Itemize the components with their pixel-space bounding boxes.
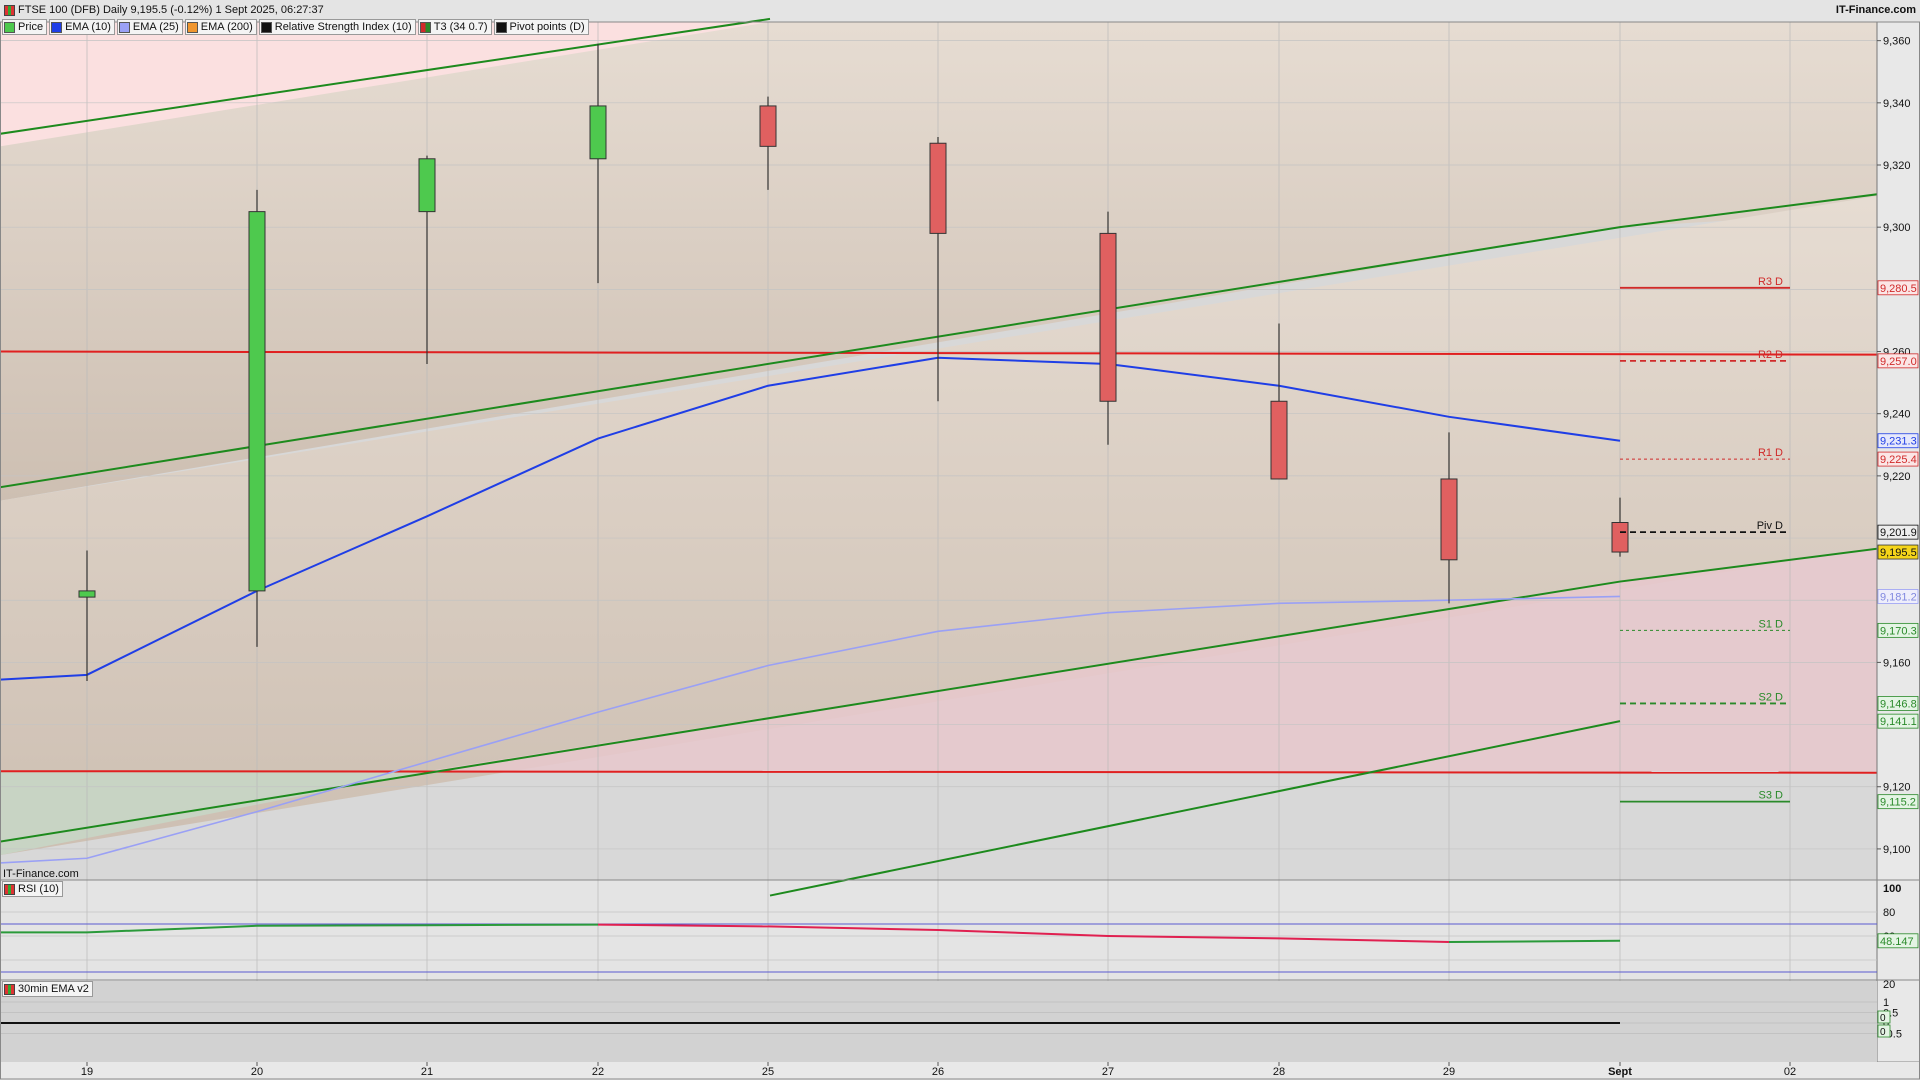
y-tick-label: 9,340 — [1883, 98, 1911, 110]
pivot-label: S3 D — [1759, 790, 1784, 802]
time-axis[interactable] — [0, 1062, 1920, 1080]
candle-body-down — [929, 142, 947, 234]
pivot-label: R1 D — [1758, 447, 1783, 459]
legend: Price EMA (10) EMA (25) EMA (200) Relati… — [2, 19, 589, 35]
rsi-tick-label: 100 — [1883, 883, 1901, 895]
candle-body-down — [1270, 400, 1288, 480]
candle-body-down — [1611, 522, 1629, 553]
legend-swatch-icon — [495, 21, 507, 33]
price-tag-label: 9,141.1 — [1880, 716, 1917, 728]
rsi-line-segment — [767, 925, 939, 931]
rsi-line-segment — [86, 924, 258, 934]
legend-item-pivots[interactable]: Pivot points (D) — [493, 19, 589, 35]
x-tick-label: 20 — [251, 1066, 263, 1078]
legend-swatch-icon — [4, 21, 15, 33]
legend-item-t3[interactable]: T3 (34 0.7) — [417, 19, 492, 35]
y-tick-label: 9,240 — [1883, 409, 1911, 421]
pivot-label: S2 D — [1759, 691, 1784, 703]
legend-item-rsi[interactable]: Relative Strength Index (10) — [258, 19, 416, 35]
rsi-pane-icon — [4, 883, 15, 895]
candlestick[interactable] — [248, 189, 266, 647]
rsi-line-segment — [937, 929, 1109, 937]
price-tag-label: 9,115.2 — [1880, 797, 1916, 809]
price-tag-label: 9,195.5 — [1880, 547, 1917, 559]
y-tick-label: 9,160 — [1883, 657, 1911, 669]
rsi-tick-label: 20 — [1883, 979, 1895, 991]
legend-swatch-icon — [51, 21, 63, 33]
ema30-pane-background — [0, 981, 1877, 1062]
rsi-tick-label: 80 — [1883, 907, 1895, 919]
candle-body-up — [418, 158, 436, 213]
x-tick-label: 19 — [81, 1066, 93, 1078]
chart-canvas[interactable]: R3 D R2 D R1 D Piv D S1 D S2 D S3 D 9,360 9,340 9… — [0, 0, 1920, 1080]
rsi-line-segment — [1278, 937, 1450, 943]
price-tag-label: 9,280.5 — [1880, 283, 1917, 295]
legend-swatch-icon — [260, 21, 272, 33]
ema30-value-label: 0 — [1880, 1013, 1886, 1024]
x-tick-label: 26 — [932, 1066, 944, 1078]
y-tick-label: 9,320 — [1883, 160, 1911, 172]
price-tag-label: 9,146.8 — [1880, 698, 1917, 710]
x-tick-label: 27 — [1102, 1066, 1114, 1078]
rsi-line-segment — [597, 923, 769, 928]
x-tick-label: 28 — [1273, 1066, 1285, 1078]
ema30-value-label: 0 — [1880, 1027, 1886, 1038]
y-tick-label: 9,100 — [1883, 844, 1911, 856]
y-tick-label: 9,120 — [1883, 782, 1911, 794]
pivot-label: R2 D — [1758, 349, 1783, 361]
legend-swatch-icon — [186, 21, 198, 33]
price-tag-label: 9,170.3 — [1880, 625, 1917, 637]
rsi-line-segment — [426, 923, 599, 927]
legend-item-ema25[interactable]: EMA (25) — [116, 19, 183, 35]
legend-item-ema200[interactable]: EMA (200) — [184, 19, 257, 35]
rsi-line-segment — [1107, 935, 1280, 940]
candle-body-up — [78, 590, 96, 598]
candle-body-down — [1440, 478, 1458, 561]
candle-body-down — [759, 105, 777, 147]
rsi-line-segment — [1448, 939, 1621, 943]
price-tag-label: 9,257.0 — [1880, 356, 1917, 368]
price-tag-label: 9,181.2 — [1880, 591, 1917, 603]
ema30-pane-label[interactable]: 30min EMA v2 — [2, 981, 93, 997]
brand-label: IT-Finance.com — [1835, 4, 1916, 16]
x-tick-label: 25 — [762, 1066, 774, 1078]
pivot-label: Piv D — [1757, 520, 1783, 532]
x-tick-label: 02 — [1784, 1066, 1796, 1078]
x-tick-label: 22 — [592, 1066, 604, 1078]
legend-swatch-icon — [419, 21, 431, 33]
x-tick-label: 21 — [421, 1066, 433, 1078]
candle-body-up — [248, 211, 266, 592]
candlestick-logo-icon — [4, 4, 15, 16]
legend-swatch-icon — [118, 21, 130, 33]
y-tick-label: 9,220 — [1883, 471, 1911, 483]
legend-item-price[interactable]: Price — [2, 19, 48, 35]
rsi-pane-label[interactable]: RSI (10) — [2, 881, 63, 897]
chart-title: FTSE 100 (DFB) Daily 9,195.5 (-0.12%) 1 … — [4, 4, 324, 16]
x-tick-label: 29 — [1443, 1066, 1455, 1078]
y-tick-label: 9,300 — [1883, 222, 1911, 234]
x-tick-label: Sept — [1608, 1066, 1632, 1078]
chart-title-text: FTSE 100 (DFB) Daily 9,195.5 (-0.12%) 1 … — [18, 4, 324, 16]
legend-item-ema10[interactable]: EMA (10) — [49, 19, 115, 35]
pivot-label: R3 D — [1758, 276, 1783, 288]
price-tag-label: 9,201.9 — [1880, 527, 1917, 539]
price-axis[interactable] — [1877, 22, 1920, 1062]
candle-body-up — [589, 105, 607, 160]
rsi-line-segment — [256, 924, 428, 927]
rsi-value-label: 48.147 — [1880, 936, 1914, 948]
pivot-label: S1 D — [1759, 618, 1784, 630]
watermark: IT-Finance.com — [3, 868, 79, 880]
price-tag-label: 9,231.3 — [1880, 436, 1917, 448]
ema30-pane-icon — [4, 983, 15, 995]
y-tick-label: 9,360 — [1883, 36, 1911, 48]
candle-body-down — [1099, 232, 1117, 402]
price-tag-label: 9,225.4 — [1880, 454, 1917, 466]
